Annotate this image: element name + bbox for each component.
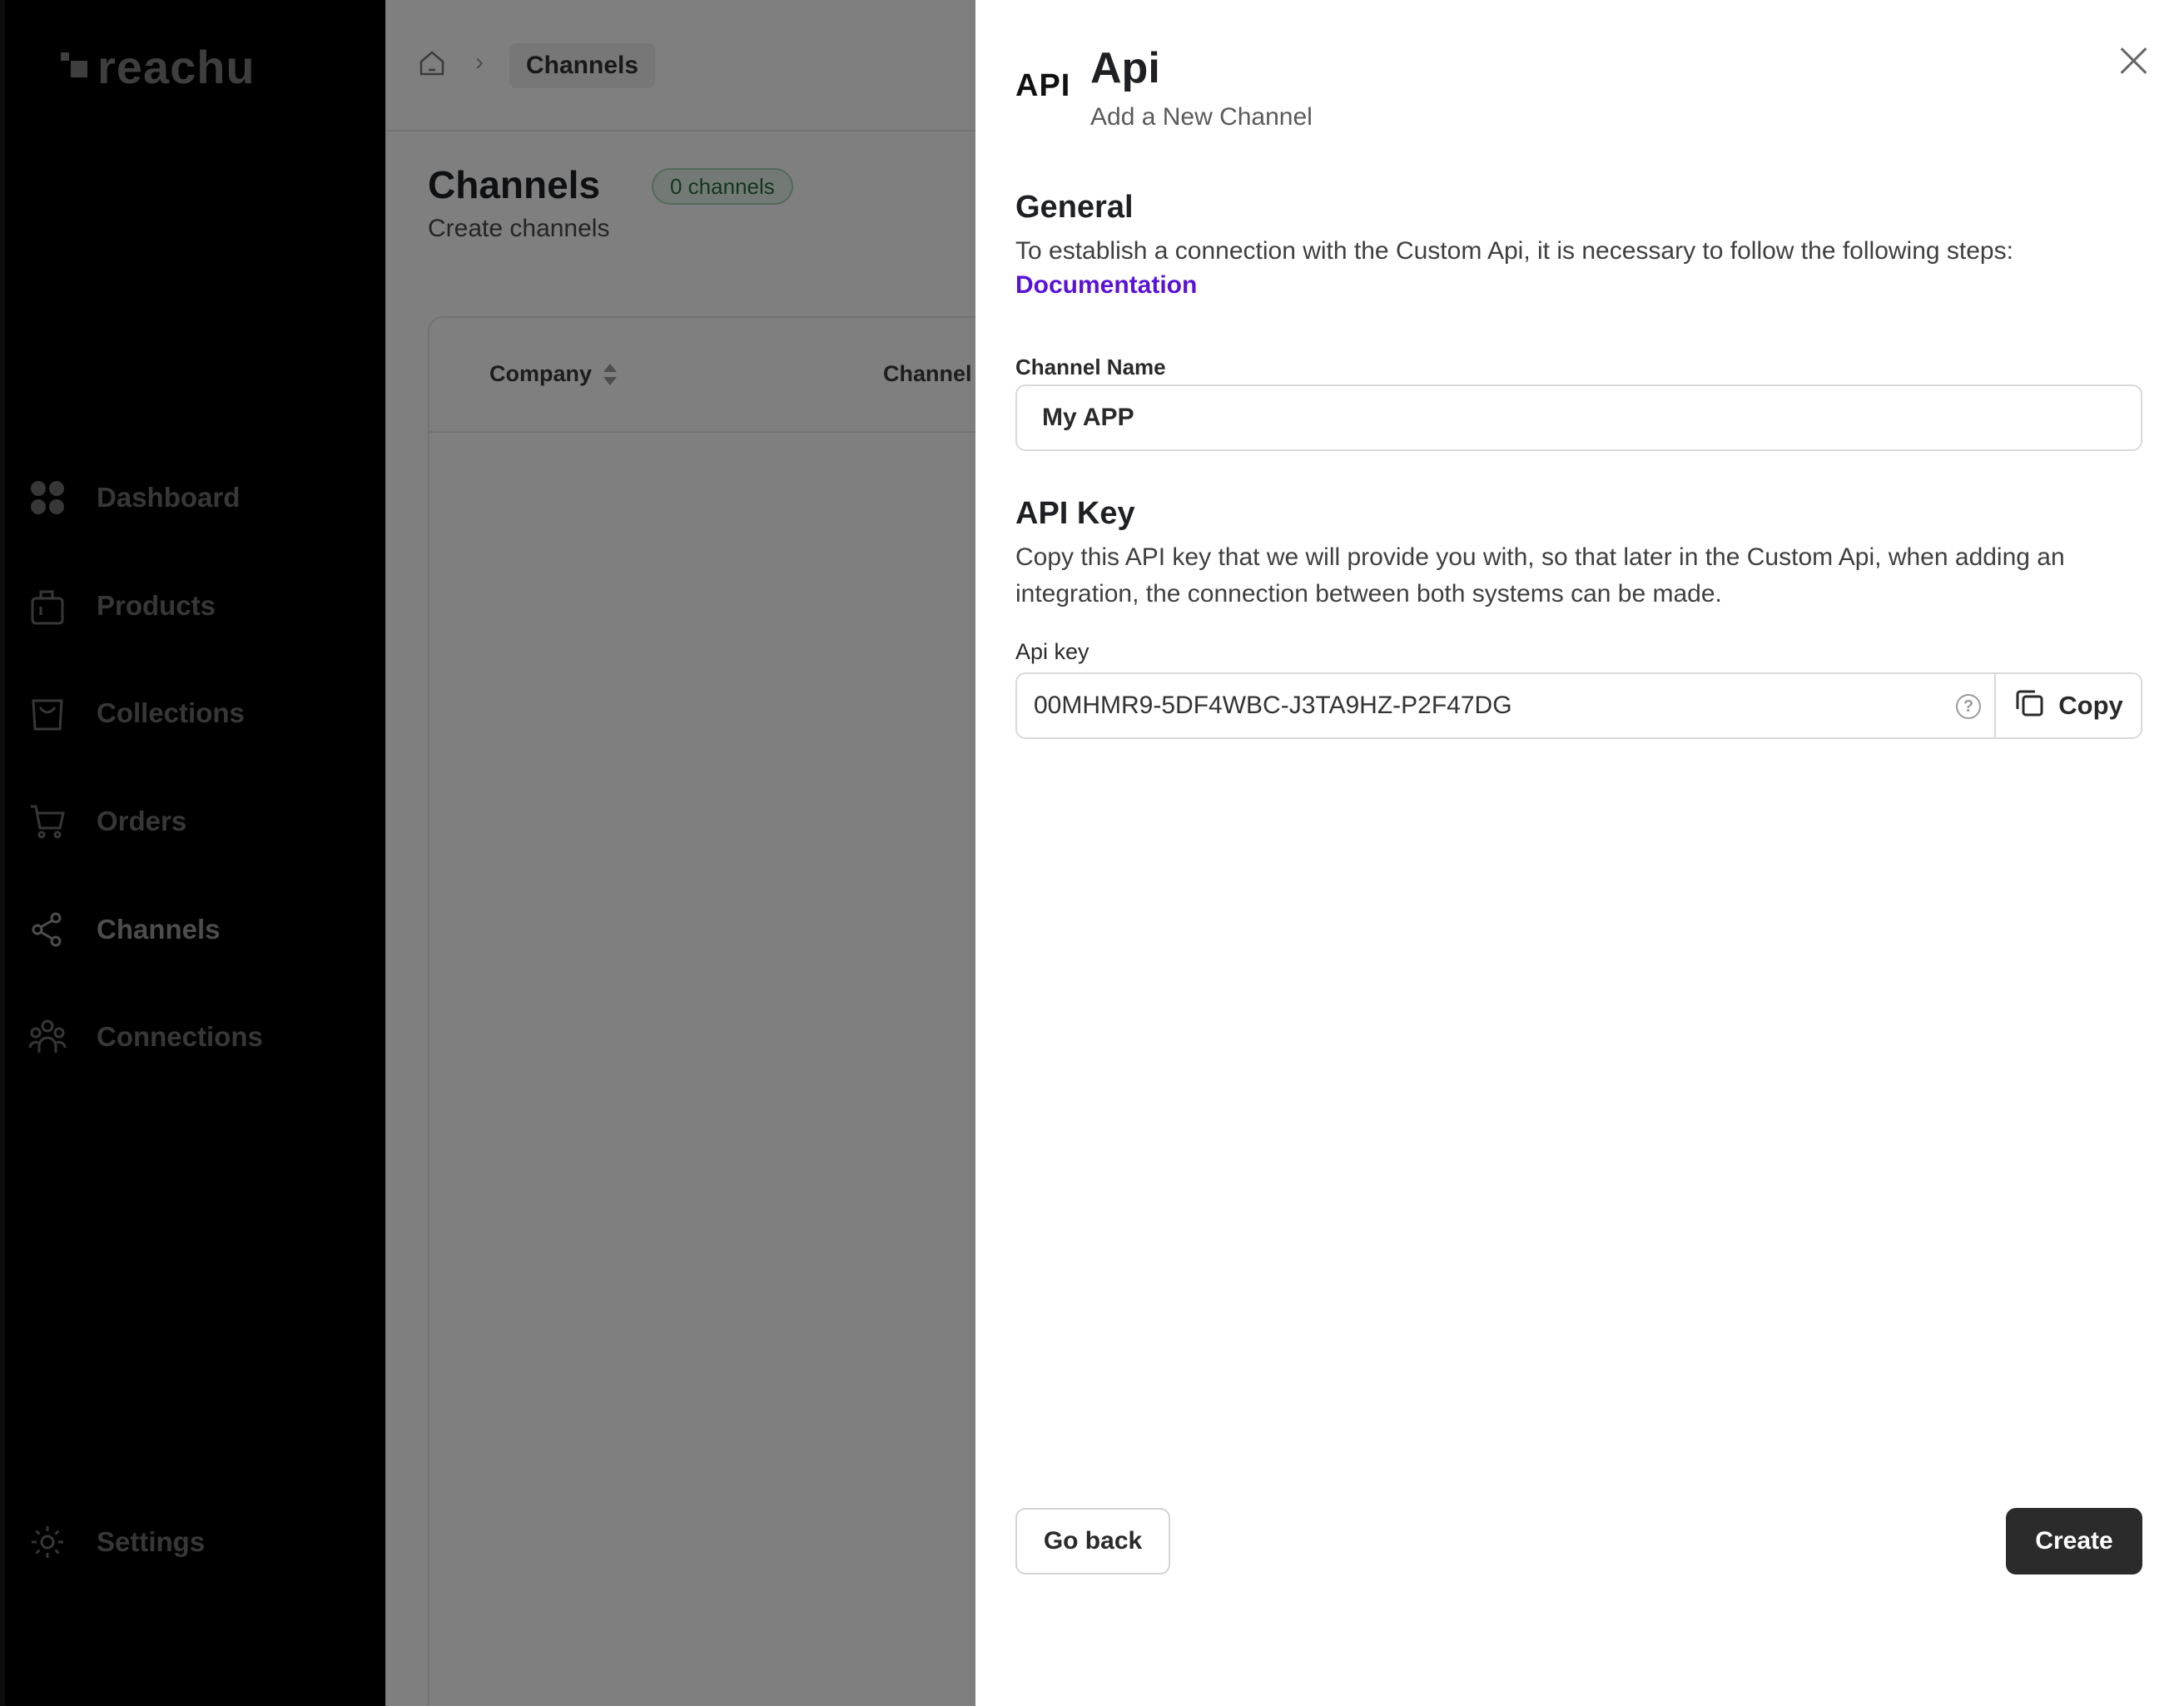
close-icon[interactable]: [2119, 47, 2147, 75]
api-key-label: Api key: [1015, 639, 1090, 664]
drawer-title: Api: [1090, 44, 1160, 92]
add-channel-drawer: API Api Add a New Channel General To est…: [975, 0, 2184, 1706]
copy-icon: [2013, 687, 2045, 725]
general-section-title: General: [1015, 190, 1134, 225]
go-back-button[interactable]: Go back: [1015, 1508, 1170, 1575]
documentation-link[interactable]: Documentation: [1015, 271, 1197, 300]
channel-name-label: Channel Name: [1015, 355, 1166, 379]
copy-button[interactable]: Copy: [1994, 674, 2141, 737]
general-description: To establish a connection with the Custo…: [1015, 237, 2013, 265]
api-key-section-title: API Key: [1015, 496, 1135, 531]
api-key-field: 00MHMR9-5DF4WBC-J3TA9HZ-P2F47DG ? Copy: [1015, 672, 2142, 739]
channel-name-input[interactable]: [1015, 384, 2142, 451]
api-key-value-container[interactable]: 00MHMR9-5DF4WBC-J3TA9HZ-P2F47DG ?: [1017, 674, 1994, 737]
help-icon[interactable]: ?: [1956, 694, 1981, 719]
drawer-subtitle: Add a New Channel: [1090, 103, 1313, 131]
api-key-description: Copy this API key that we will provide y…: [1015, 543, 2065, 608]
app-root: reachu Dashboard Products Collections Or: [0, 0, 2184, 1706]
api-key-value: 00MHMR9-5DF4WBC-J3TA9HZ-P2F47DG: [1034, 692, 1512, 719]
create-button[interactable]: Create: [2006, 1508, 2142, 1575]
modal-backdrop[interactable]: [0, 0, 975, 1706]
api-logo: API: [1015, 68, 1071, 103]
copy-label: Copy: [2058, 691, 2123, 720]
